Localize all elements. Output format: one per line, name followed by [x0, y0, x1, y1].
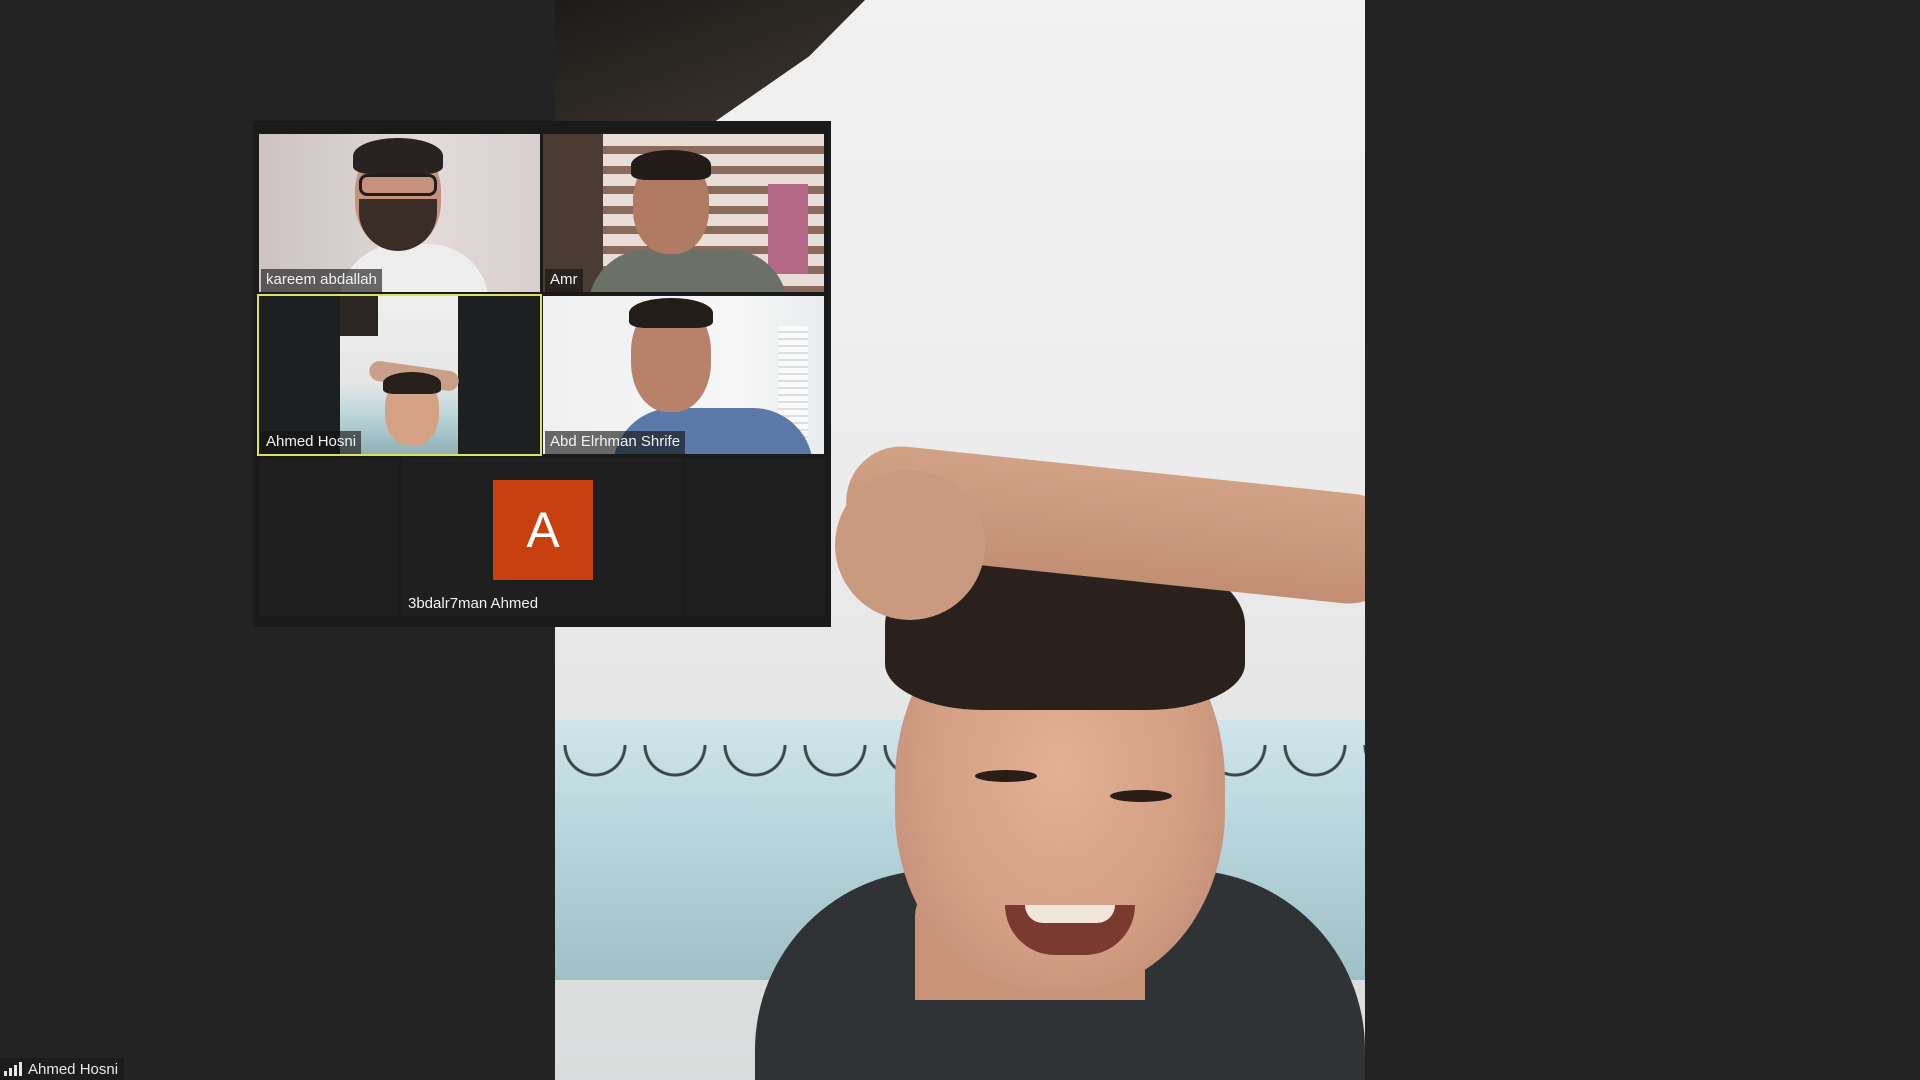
current-speaker-name: Ahmed Hosni: [28, 1060, 119, 1078]
signal-strength-icon: [4, 1062, 22, 1076]
participant-hair: [631, 150, 711, 180]
participant-tile-abd-elrhman[interactable]: Abd Elrhman Shrife: [543, 296, 824, 454]
speaker-teeth: [1025, 905, 1115, 923]
participant-name-label: Amr: [545, 269, 583, 292]
participant-name-label: Abd Elrhman Shrife: [545, 431, 686, 454]
ceiling-shadow: [340, 296, 378, 336]
participant-hair: [353, 138, 443, 174]
avatar-initial: A: [493, 480, 593, 580]
empty-tile-space: [259, 458, 399, 616]
participant-hair: [629, 298, 713, 328]
hanging-clothes: [768, 184, 808, 274]
participant-tile-kareem[interactable]: kareem abdallah: [259, 134, 540, 292]
speaker-eye-left: [975, 770, 1037, 782]
ceiling-shadow: [555, 0, 865, 125]
participant-tile-amr[interactable]: Amr: [543, 134, 824, 292]
gallery-view-panel[interactable]: kareem abdallah Amr Ahmed Hosni Abd Elrh…: [253, 121, 831, 627]
participant-name-label: Ahmed Hosni: [261, 431, 362, 454]
speaker-eye-right: [1110, 790, 1172, 802]
participant-hair: [383, 372, 441, 394]
participant-tile-ahmed-active-speaker[interactable]: Ahmed Hosni: [257, 294, 542, 456]
meeting-window: kareem abdallah Amr Ahmed Hosni Abd Elrh…: [0, 0, 1920, 1080]
current-speaker-indicator: Ahmed Hosni: [0, 1058, 125, 1080]
speaker-hand: [835, 470, 985, 620]
empty-tile-space: [685, 458, 825, 616]
participant-tile-3bdalr7man[interactable]: A 3bdalr7man Ahmed: [401, 458, 683, 616]
participant-name-label: kareem abdallah: [261, 269, 382, 292]
glasses: [359, 174, 437, 196]
participant-name-label: 3bdalr7man Ahmed: [408, 595, 539, 612]
